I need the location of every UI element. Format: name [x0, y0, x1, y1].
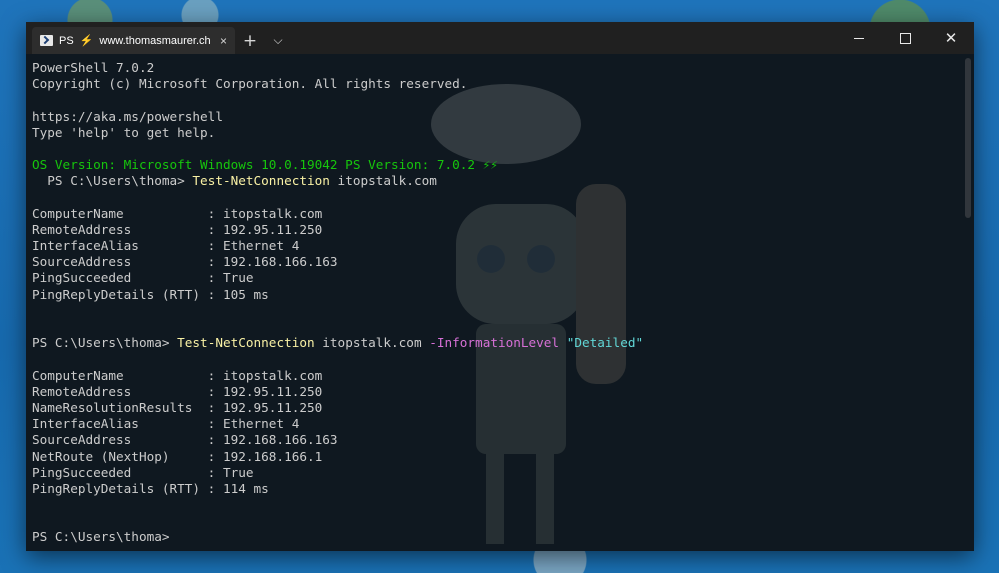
powershell-icon	[40, 35, 53, 46]
command-parameter: -InformationLevel	[429, 335, 560, 351]
close-icon: ✕	[944, 28, 958, 47]
result-line: SourceAddress : 192.168.166.163	[32, 432, 338, 448]
tab-close-button[interactable]: ×	[220, 34, 227, 48]
chevron-down-icon[interactable]: ⌵	[264, 27, 292, 54]
result-line: RemoteAddress : 192.95.11.250	[32, 221, 323, 237]
command-name: Test-NetConnection	[192, 173, 330, 189]
result-line: NetRoute (NextHop) : 192.168.166.1	[32, 448, 323, 464]
minimize-button[interactable]	[836, 22, 882, 54]
result-line: ComputerName : itopstalk.com	[32, 367, 323, 383]
command-argument: itopstalk.com	[329, 173, 437, 189]
prompt-line: PS C:\Users\thoma> Test-NetConnection it…	[32, 335, 643, 351]
os-version-line: OS Version: Microsoft Windows 10.0.19042…	[32, 157, 498, 173]
result-line: PingReplyDetails (RTT) : 114 ms	[32, 480, 269, 496]
console-line: Type 'help' to get help.	[32, 124, 216, 140]
maximize-icon	[899, 32, 911, 44]
prompt: PS C:\Users\thoma>	[32, 335, 178, 351]
tab-prefix: PS	[59, 34, 74, 47]
tab-title: www.thomasmaurer.ch	[99, 34, 211, 47]
terminal-window: PS ⚡ www.thomasmaurer.ch × + ⌵ ✕ PowerSh…	[26, 22, 974, 551]
scrollbar[interactable]	[965, 58, 971, 218]
result-line: ComputerName : itopstalk.com	[32, 205, 323, 221]
result-line: RemoteAddress : 192.95.11.250	[32, 383, 323, 399]
prompt: PS C:\Users\thoma>	[32, 173, 193, 189]
minimize-icon	[854, 37, 864, 39]
console-line: https://aka.ms/powershell	[32, 108, 223, 124]
title-bar[interactable]: PS ⚡ www.thomasmaurer.ch × + ⌵ ✕	[26, 22, 974, 54]
bolt-icon: ⚡	[79, 35, 94, 47]
command-name: Test-NetConnection	[177, 335, 315, 351]
command-argument: itopstalk.com	[314, 335, 430, 351]
command-string: "Detailed"	[566, 335, 644, 351]
result-line: InterfaceAlias : Ethernet 4	[32, 416, 300, 432]
terminal-pane[interactable]: PowerShell 7.0.2 Copyright (c) Microsoft …	[26, 54, 974, 551]
result-line: PingReplyDetails (RTT) : 105 ms	[32, 286, 269, 302]
console-line: PowerShell 7.0.2	[32, 60, 155, 75]
result-line: SourceAddress : 192.168.166.163	[32, 254, 338, 270]
result-line: InterfaceAlias : Ethernet 4	[32, 238, 300, 254]
result-line: PingSucceeded : True	[32, 464, 254, 480]
console-output: PowerShell 7.0.2 Copyright (c) Microsoft …	[32, 60, 643, 546]
close-button[interactable]: ✕	[928, 22, 974, 54]
prompt-line-current[interactable]: PS C:\Users\thoma>	[32, 529, 643, 545]
maximize-button[interactable]	[882, 22, 928, 54]
console-line: Copyright (c) Microsoft Corporation. All…	[32, 76, 468, 92]
prompt-line: PS C:\Users\thoma> Test-NetConnection it…	[32, 173, 643, 189]
new-tab-button[interactable]: +	[236, 27, 264, 54]
result-line: NameResolutionResults : 192.95.11.250	[32, 399, 323, 415]
result-line: PingSucceeded : True	[32, 270, 254, 286]
tab-powershell[interactable]: PS ⚡ www.thomasmaurer.ch ×	[32, 27, 235, 54]
